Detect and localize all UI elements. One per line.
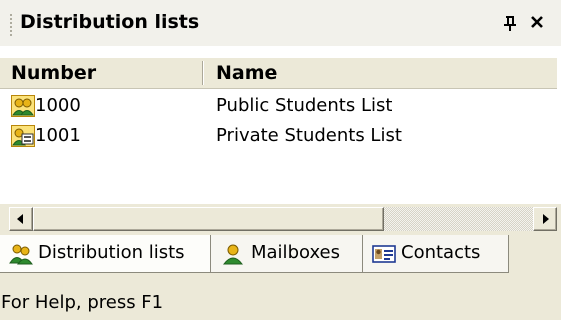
list-item[interactable]: 1001 Private Students List (0, 121, 557, 151)
column-header-number[interactable]: Number (0, 58, 202, 88)
scroll-thumb[interactable] (33, 207, 384, 231)
status-bar: For Help, press F1 (0, 286, 561, 320)
panel-title: Distribution lists (20, 11, 200, 33)
tab-distribution-lists[interactable]: Distribution lists (0, 235, 211, 273)
contact-card-icon (372, 245, 396, 263)
distribution-list-view[interactable]: Number Name 1000 Public Students List 10… (0, 46, 561, 204)
arrow-left-icon (17, 214, 23, 224)
column-separator[interactable] (202, 61, 203, 85)
public-list-icon (11, 95, 35, 117)
column-header-name[interactable]: Name (204, 58, 557, 88)
tab-contacts[interactable]: Contacts (363, 235, 509, 273)
mailbox-user-icon (222, 244, 244, 265)
status-text: For Help, press F1 (1, 292, 164, 313)
pin-button[interactable] (500, 12, 520, 34)
scroll-left-button[interactable] (9, 207, 33, 231)
horizontal-scrollbar[interactable] (9, 207, 557, 231)
list-item-name: Public Students List (216, 95, 393, 116)
list-item-name: Private Students List (216, 125, 402, 146)
panel-header: Distribution lists (0, 0, 561, 46)
close-button[interactable] (526, 11, 548, 33)
private-list-icon (11, 125, 35, 147)
pin-icon (504, 16, 516, 31)
tab-strip: Distribution lists Mailboxes Contacts (0, 235, 561, 279)
tab-label: Distribution lists (38, 242, 185, 263)
tab-label: Mailboxes (251, 242, 340, 263)
list-item-number: 1000 (35, 95, 81, 116)
close-icon (531, 16, 543, 28)
column-header-row: Number Name (0, 58, 557, 89)
distribution-lists-icon (9, 244, 33, 265)
tab-mailboxes[interactable]: Mailboxes (211, 235, 363, 273)
drag-grip-icon[interactable] (9, 13, 13, 37)
list-item-number: 1001 (35, 125, 81, 146)
arrow-right-icon (543, 214, 549, 224)
scroll-right-button[interactable] (533, 207, 557, 231)
tab-label: Contacts (401, 242, 481, 263)
list-item[interactable]: 1000 Public Students List (0, 91, 557, 121)
